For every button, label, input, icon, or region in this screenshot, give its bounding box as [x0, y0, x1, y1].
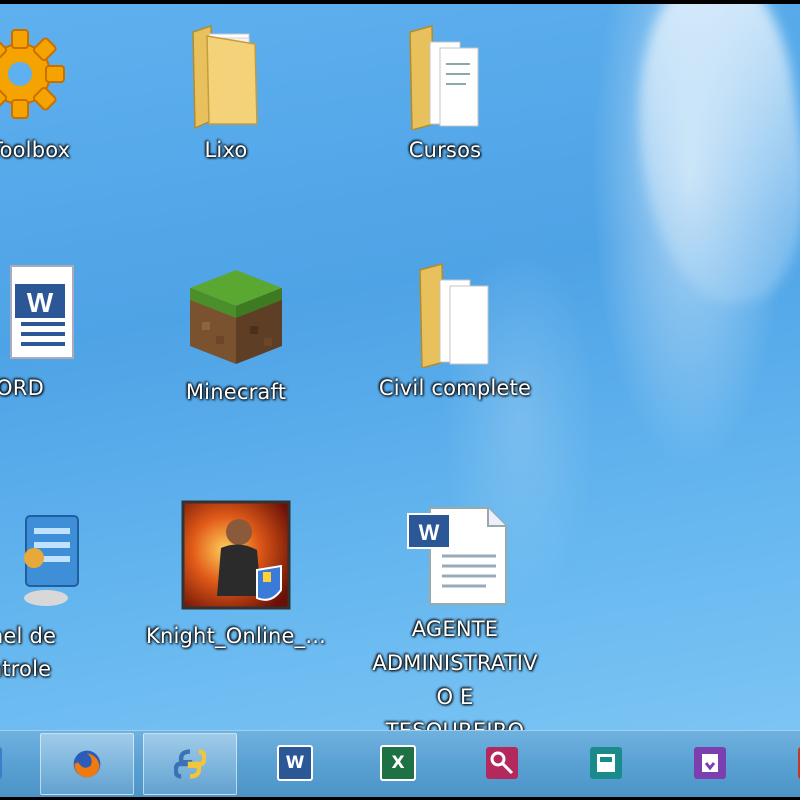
taskbar: W X — [0, 730, 800, 797]
taskbar-onenote-button[interactable] — [664, 733, 756, 793]
word-icon-letter: W — [285, 753, 305, 773]
knight-online-icon — [181, 500, 291, 610]
desktop-icon-cursos[interactable]: Cursos — [355, 24, 535, 167]
icon-label: Lixo — [204, 138, 248, 162]
icon-label: inel de ntrole — [0, 624, 57, 681]
icon-label: Cursos — [408, 138, 482, 162]
word-document-icon: W — [0, 262, 75, 362]
desktop[interactable]: S Toolbox Lixo Cursos — [0, 4, 800, 730]
taskbar-word-button[interactable]: W — [249, 733, 341, 793]
python-icon — [174, 748, 206, 780]
publisher-icon — [590, 747, 622, 779]
gear-icon — [0, 24, 68, 124]
control-panel-icon — [0, 510, 80, 610]
folder-icon — [189, 24, 263, 130]
desktop-icon-lixo[interactable]: Lixo — [136, 24, 316, 167]
taskbar-access-button[interactable] — [456, 733, 548, 793]
access-icon — [486, 747, 518, 779]
desktop-icon-control-panel[interactable]: inel de ntrole — [0, 510, 110, 686]
taskbar-publisher-button[interactable] — [560, 733, 652, 793]
icon-label: S Toolbox — [0, 138, 71, 162]
desktop-icon-knight-online[interactable]: Knight_Online_... — [146, 500, 326, 653]
icon-label: AGENTE ADMINISTRATIV O E TESOUREIRO — [372, 617, 538, 730]
svg-text:W: W — [27, 287, 54, 318]
icon-label: Knight_Online_... — [146, 624, 326, 648]
svg-text:W: W — [419, 520, 440, 545]
desktop-icon-minecraft[interactable]: Minecraft — [146, 266, 326, 409]
taskbar-powerpoint-button[interactable] — [768, 733, 800, 793]
excel-icon-letter: X — [391, 753, 405, 773]
onenote-icon — [694, 747, 726, 779]
word-icon: W — [277, 745, 313, 781]
minecraft-block-icon — [186, 266, 286, 366]
excel-icon: X — [380, 745, 416, 781]
start-edge-icon — [0, 747, 2, 779]
wallpaper-petal — [617, 4, 800, 314]
taskbar-python-button[interactable] — [143, 733, 237, 795]
folder-icon — [418, 262, 492, 369]
firefox-icon — [71, 748, 103, 780]
folder-icon — [408, 24, 482, 131]
word-document-icon: W — [400, 504, 510, 608]
desktop-icon-agente-administrativo[interactable]: W AGENTE ADMINISTRATIV O E TESOUREIRO — [365, 504, 545, 730]
desktop-icon-civil-complete[interactable]: Civil complete — [365, 262, 545, 405]
taskbar-excel-button[interactable]: X — [352, 733, 444, 793]
taskbar-firefox-button[interactable] — [40, 733, 134, 795]
desktop-icon-toolbox[interactable]: S Toolbox — [0, 24, 110, 167]
icon-label: Civil complete — [378, 376, 532, 400]
taskbar-start-button[interactable] — [0, 733, 32, 793]
icon-label: Minecraft — [185, 380, 287, 404]
desktop-icon-word[interactable]: W ORD — [0, 262, 110, 405]
icon-label: ORD — [0, 376, 44, 400]
